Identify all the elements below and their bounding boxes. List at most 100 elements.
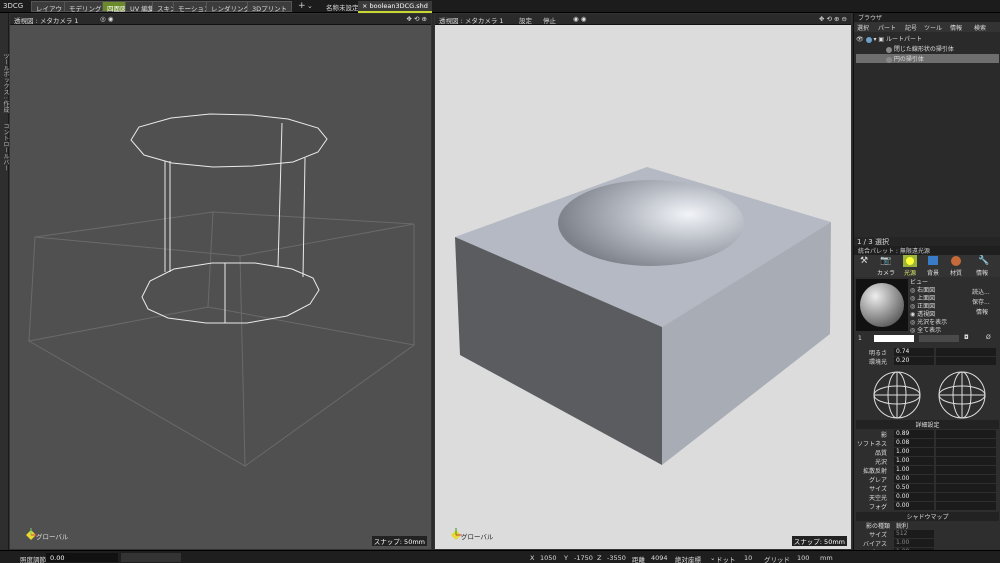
checkbox-show-all[interactable]: ◎ 全て表示 — [910, 325, 941, 334]
add-tab-icon[interactable]: + — [298, 1, 306, 11]
viewport-render[interactable]: 透視図 : メタカメラ 1 設定 停止 ◉ ◉ ✥ ⟲ ⊕ ⊖ グローバル スナ… — [434, 13, 852, 550]
detail-slider[interactable] — [936, 430, 996, 438]
view-nav-icons[interactable]: ✥ ⟲ ⊕ — [407, 15, 427, 23]
detail-value[interactable]: 1.00 — [894, 466, 934, 474]
eye-icon[interactable]: 👁 — [856, 36, 864, 43]
details-section-header[interactable]: 詳細設定 — [856, 420, 999, 429]
snap-label[interactable]: スナップ: 50mm — [791, 536, 847, 546]
detail-value[interactable]: 0.08 — [894, 439, 934, 447]
material-icon[interactable] — [951, 256, 961, 266]
cylinder-hole — [558, 180, 744, 266]
tab-light[interactable]: 光源 — [904, 268, 916, 277]
menu-symbol[interactable]: 記号 — [905, 23, 917, 32]
tab-camera[interactable]: カメラ — [877, 268, 895, 277]
detail-label: 品質 — [874, 450, 887, 457]
illumination-value[interactable]: 0.00 — [50, 554, 64, 562]
detail-value[interactable]: 1.00 — [894, 457, 934, 465]
ambient-value[interactable]: 0.20 — [894, 357, 934, 365]
tree-item-root[interactable]: 👁 ▾ ▣ ルートパート — [856, 34, 999, 43]
detail-slider[interactable] — [936, 493, 996, 501]
detail-row[interactable]: 影 0.89 — [856, 430, 999, 439]
shadow-value[interactable]: 1.00 — [894, 539, 934, 547]
detail-row[interactable]: 拡散反射 1.00 — [856, 466, 999, 475]
camera-dropdown-icon[interactable]: ◎ ◉ — [100, 15, 113, 23]
viewport-title[interactable]: 透視図 : メタカメラ 1 — [439, 15, 504, 25]
detail-value[interactable]: 0.00 — [894, 502, 934, 510]
render-options-icon[interactable]: ◉ ◉ — [573, 15, 586, 23]
tab-info[interactable]: 情報 — [976, 268, 988, 277]
detail-value[interactable]: 0.50 — [894, 484, 934, 492]
shadow-type-row[interactable]: 影の種類 鋭利 — [856, 521, 999, 530]
menu-part[interactable]: パート — [878, 23, 896, 32]
camera-icon[interactable]: 📷 — [880, 256, 891, 266]
detail-value[interactable]: 0.00 — [894, 475, 934, 483]
file-tab-unsaved[interactable]: 名称未設定 — [322, 1, 363, 13]
ambient-row[interactable]: 環境光 0.20 — [856, 357, 999, 366]
file-tab-active[interactable]: × boolean3DCG.shd — [358, 1, 432, 13]
detail-slider[interactable] — [936, 448, 996, 456]
menu-select[interactable]: 選択 — [857, 23, 869, 32]
light-icon[interactable] — [903, 255, 917, 267]
background-icon[interactable] — [928, 256, 938, 265]
shadow-value[interactable]: 512 — [894, 530, 934, 538]
info-button[interactable]: 情報 — [976, 307, 988, 316]
detail-row[interactable]: グレア 0.00 — [856, 475, 999, 484]
detail-slider[interactable] — [936, 484, 996, 492]
detail-slider[interactable] — [936, 466, 996, 474]
detail-row[interactable]: 品質 1.00 — [856, 448, 999, 457]
menu-tool[interactable]: ツール — [924, 23, 942, 32]
detail-row[interactable]: ソフトネス 0.08 — [856, 439, 999, 448]
tab-3d-print[interactable]: 3Dプリント — [247, 1, 293, 13]
snap-label[interactable]: スナップ: 50mm — [371, 536, 427, 546]
tree-item-sweep-closed[interactable]: 閉じた線形状の掃引体 — [856, 44, 999, 53]
z-label: Z — [597, 554, 602, 562]
coordinate-mode-label[interactable]: グローバル — [36, 531, 68, 541]
add-light-icon[interactable]: ◘ — [964, 334, 969, 341]
detail-value[interactable]: 0.00 — [894, 493, 934, 501]
detail-row[interactable]: フォグ 0.00 — [856, 502, 999, 511]
detail-slider[interactable] — [936, 475, 996, 483]
light-direction-globes[interactable] — [872, 369, 992, 424]
detail-slider[interactable] — [936, 502, 996, 510]
light-index[interactable]: 1 — [858, 335, 862, 342]
settings-label[interactable]: 設定 — [519, 15, 532, 25]
tab-modeling[interactable]: モデリング — [64, 1, 107, 13]
menu-info[interactable]: 情報 — [950, 23, 962, 32]
shadowmap-section-header[interactable]: シャドウマップ — [856, 512, 999, 521]
detail-value[interactable]: 0.89 — [894, 430, 934, 438]
viewport-wireframe[interactable]: 透視図 : メタカメラ 1 ◎ ◉ ✥ ⟲ ⊕ グローバル スナップ: 50mm — [9, 13, 432, 550]
detail-row[interactable]: サイズ 0.50 — [856, 484, 999, 493]
detail-row[interactable]: 光沢 1.00 — [856, 457, 999, 466]
visibility-dot-icon[interactable] — [865, 36, 872, 43]
menu-search[interactable]: 検索 — [974, 23, 986, 32]
detail-row[interactable]: 天空光 0.00 — [856, 493, 999, 502]
tab-background[interactable]: 背景 — [927, 268, 939, 277]
hammer-icon[interactable]: ⚒ — [860, 256, 868, 266]
viewport-title[interactable]: 透視図 : メタカメラ 1 — [14, 15, 79, 25]
light-color-slider[interactable] — [919, 335, 959, 342]
detail-value[interactable]: 1.00 — [894, 448, 934, 456]
brightness-slider[interactable] — [936, 348, 996, 356]
shadow-row[interactable]: サイズ 512 — [856, 530, 999, 539]
delete-light-icon[interactable]: Ø — [986, 334, 991, 341]
coordinate-mode-label[interactable]: グローバル — [461, 531, 493, 541]
ambient-slider[interactable] — [936, 357, 996, 365]
tab-menu-icon[interactable]: ⌄ — [307, 2, 313, 10]
tab-material[interactable]: 材質 — [950, 268, 962, 277]
wrench-icon[interactable]: 🔧 — [978, 256, 989, 266]
shadow-type-value[interactable]: 鋭利 — [896, 521, 908, 530]
distance-label: 距離 — [632, 556, 645, 563]
illumination-slider[interactable] — [121, 553, 181, 562]
brightness-value[interactable]: 0.74 — [894, 348, 934, 356]
tree-item-circle-sweep[interactable]: 円の掃引体 — [856, 54, 999, 63]
load-button[interactable]: 読込... — [972, 287, 990, 296]
absolute-coord-label[interactable]: 絶対座標 — [675, 554, 701, 563]
view-nav-icons[interactable]: ✥ ⟲ ⊕ ⊖ — [819, 15, 847, 23]
brightness-row[interactable]: 明るさ 0.74 — [856, 348, 999, 357]
light-color-swatch[interactable] — [874, 335, 914, 342]
shadow-row[interactable]: バイアス 1.00 — [856, 539, 999, 548]
stop-label[interactable]: 停止 — [543, 15, 556, 25]
detail-slider[interactable] — [936, 439, 996, 447]
save-button[interactable]: 保存... — [972, 297, 990, 306]
detail-slider[interactable] — [936, 457, 996, 465]
